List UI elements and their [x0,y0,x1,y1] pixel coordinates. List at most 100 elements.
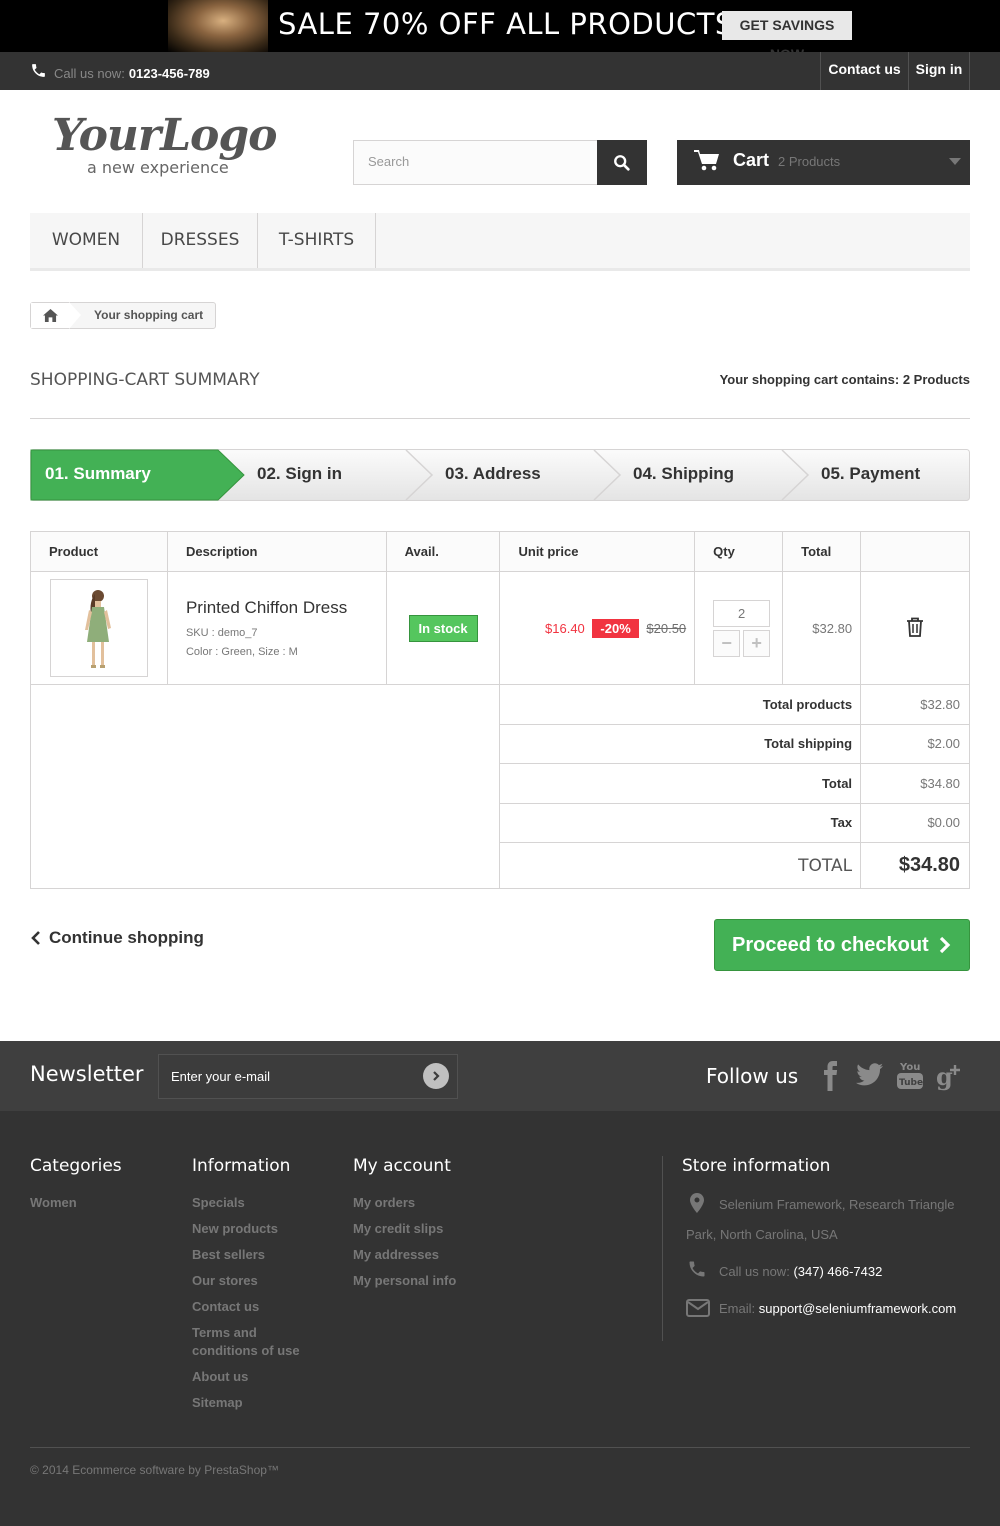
search-button[interactable] [597,140,647,185]
logo-name: YourLogo [52,110,278,161]
total-value: $34.80 [860,763,970,804]
footer-link-personal-info[interactable]: My personal info [353,1268,456,1294]
newsletter-title: Newsletter [30,1062,144,1086]
store-email-address[interactable]: support@seleniumframework.com [759,1301,956,1316]
product-attributes[interactable]: Color : Green, Size : M [186,646,386,658]
footer-link-new-products[interactable]: New products [192,1216,322,1242]
newsletter-email-input[interactable]: Enter your e-mail [158,1054,458,1099]
google-plus-icon[interactable]: g [936,1061,964,1091]
footer-link-sitemap[interactable]: Sitemap [192,1390,322,1416]
grand-total-label: TOTAL [499,842,862,889]
cart-count-label: Your shopping cart contains: [719,372,900,387]
col-delete [860,531,970,572]
cart-count-value: 2 Products [902,372,970,387]
continue-shopping-link[interactable]: Continue shopping [30,928,204,948]
svg-text:g: g [936,1062,953,1091]
chevron-right-icon [939,936,950,954]
facebook-icon[interactable] [820,1061,840,1091]
footer-link-terms[interactable]: Terms and conditions of use [192,1320,322,1364]
footer-link-specials[interactable]: Specials [192,1190,322,1216]
follow-us-title: Follow us [706,1064,799,1088]
step-summary[interactable]: 01. Summary [45,464,151,484]
table-row: Printed Chiffon Dress SKU : demo_7 Color… [30,571,970,685]
footer-link-addresses[interactable]: My addresses [353,1242,456,1268]
search-icon [614,154,630,171]
cart-quantity: 2 Products [778,154,841,169]
divider [30,418,970,419]
footer-link-best-sellers[interactable]: Best sellers [192,1242,322,1268]
step-shipping[interactable]: 04. Shipping [633,464,734,484]
breadcrumb-separator [69,302,81,329]
sign-in-link[interactable]: Sign in [908,52,970,90]
breadcrumb: Your shopping cart [30,302,216,329]
footer-link-our-stores[interactable]: Our stores [192,1268,322,1294]
store-phone-number: (347) 466-7432 [793,1264,883,1279]
main-menu: WOMEN DRESSES T-SHIRTS [30,213,970,271]
footer-link-my-orders[interactable]: My orders [353,1190,456,1216]
twitter-icon[interactable] [856,1063,884,1087]
product-image[interactable] [50,579,148,677]
footer-link-contact-us[interactable]: Contact us [192,1294,322,1320]
phone-icon [30,62,47,84]
unit-price: $16.40 [545,620,585,636]
quantity-input[interactable]: 2 [713,599,771,627]
col-unit-price: Unit price [499,531,696,572]
total-label: Total [499,763,862,804]
line-total: $32.80 [782,571,862,685]
categories-title: Categories [30,1156,122,1176]
logo-tagline: a new experience [87,158,229,177]
contact-us-link[interactable]: Contact us [820,52,908,90]
menu-item-tshirts[interactable]: T-SHIRTS [258,213,376,268]
footer-link-women[interactable]: Women [30,1190,122,1216]
promo-banner[interactable]: SALE 70% OFF ALL PRODUCTS GET SAVINGS NO… [0,0,1000,52]
tax-label: Tax [499,802,862,843]
cart-label: Cart [733,150,770,170]
footer-information: Information Specials New products Best s… [192,1156,322,1416]
grand-total-value: $34.80 [860,842,970,889]
col-qty: Qty [694,531,784,572]
store-email-label: Email: [719,1301,756,1316]
trash-icon[interactable] [906,617,924,637]
menu-item-women[interactable]: WOMEN [30,213,143,268]
store-phone-label: Call us now: [719,1264,790,1279]
top-bar: Call us now: 0123-456-789 Contact us Sig… [0,52,1000,90]
svg-text:Tube: Tube [899,1078,923,1088]
discount-badge: -20% [592,618,639,638]
proceed-to-checkout-button[interactable]: Proceed to checkout [714,919,970,971]
chevron-down-icon[interactable] [949,158,961,165]
footer-link-about-us[interactable]: About us [192,1364,322,1390]
svg-text:You: You [899,1062,920,1073]
cart-block[interactable]: Cart 2 Products [677,140,970,185]
product-name[interactable]: Printed Chiffon Dress [186,598,386,618]
quantity-plus-button[interactable]: + [743,629,771,657]
envelope-icon [686,1299,710,1317]
search-placeholder: Search [368,154,410,169]
checkout-label: Proceed to checkout [732,933,929,956]
availability-badge: In stock [408,614,478,642]
footer-link-credit-slips[interactable]: My credit slips [353,1216,456,1242]
total-shipping-value: $2.00 [860,723,970,764]
total-products-label: Total products [499,684,862,725]
phone-info: Call us now: 0123-456-789 [30,62,210,84]
breadcrumb-home[interactable] [31,303,69,328]
cart-product-count: Your shopping cart contains: 2 Products [720,372,970,387]
page-title: SHOPPING-CART SUMMARY [30,370,260,390]
banner-text: SALE 70% OFF ALL PRODUCTS [278,7,734,41]
footer-bottom-divider [30,1447,970,1448]
newsletter-submit-button[interactable] [423,1063,449,1089]
site-logo[interactable]: YourLogo a new experience [52,112,292,182]
cart-table: Product Description Avail. Unit price Qt… [29,531,970,889]
quantity-minus-button[interactable]: − [713,629,741,657]
store-info-title: Store information [682,1156,831,1176]
get-savings-button[interactable]: GET SAVINGS NOW [722,11,852,52]
copyright[interactable]: © 2014 Ecommerce software by PrestaShop™ [30,1463,279,1477]
continue-shopping-label: Continue shopping [49,928,204,947]
menu-item-dresses[interactable]: DRESSES [143,213,258,268]
step-sign-in[interactable]: 02. Sign in [257,464,342,484]
breadcrumb-current: Your shopping cart [94,308,204,322]
col-availability: Avail. [385,531,501,572]
dress-image [85,590,111,668]
youtube-icon[interactable]: You Tube [897,1059,923,1091]
step-address[interactable]: 03. Address [445,464,541,484]
step-payment[interactable]: 05. Payment [821,464,920,484]
